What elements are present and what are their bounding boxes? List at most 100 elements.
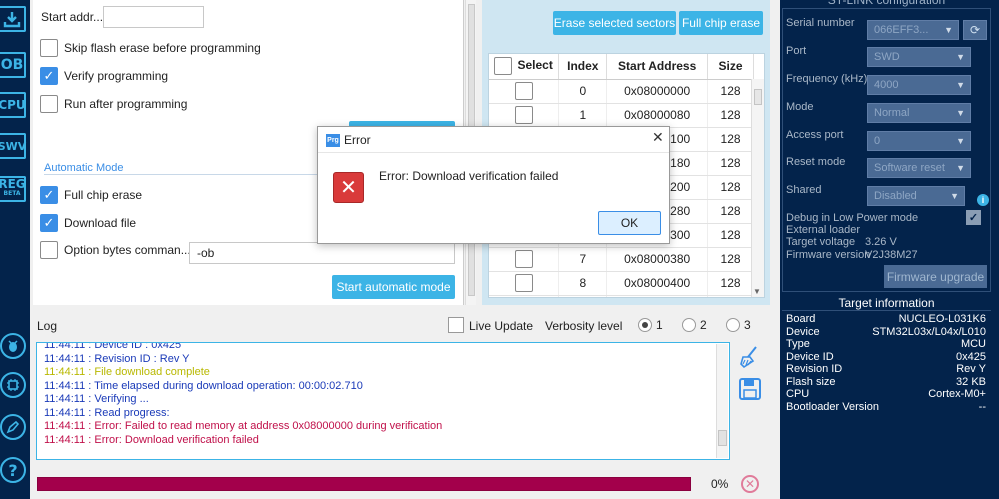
select-column-header[interactable]: Select bbox=[489, 54, 560, 80]
radio-button[interactable] bbox=[638, 318, 652, 332]
port-label: Port bbox=[786, 45, 807, 57]
progress-percent: 0% bbox=[711, 477, 729, 491]
table-row[interactable] bbox=[489, 295, 754, 297]
row-index: 7 bbox=[558, 247, 608, 272]
access-port-dropdown[interactable]: 0 ▼ bbox=[867, 131, 971, 151]
select-all-checkbox[interactable] bbox=[494, 57, 513, 76]
frequency-label: Frequency (kHz) bbox=[786, 73, 868, 85]
chevron-down-icon: ▼ bbox=[956, 80, 965, 90]
chevron-down-icon: ▼ bbox=[956, 52, 965, 62]
row-select-checkbox[interactable] bbox=[514, 106, 533, 124]
error-icon: ✕ bbox=[333, 172, 364, 203]
target-info-row: Revision ID Rev Y bbox=[786, 363, 986, 375]
option-bytes-input[interactable]: -ob bbox=[189, 242, 455, 264]
download-icon[interactable] bbox=[0, 6, 26, 32]
stlink-title: ST-LINK configuration bbox=[827, 0, 946, 7]
row-select-checkbox[interactable] bbox=[514, 250, 533, 268]
scroll-down-icon[interactable]: ▼ bbox=[753, 287, 761, 296]
left-nav-bar: OB CPU SWV REG BETA ? bbox=[0, 0, 30, 499]
start-automatic-mode-button[interactable]: Start automatic mode bbox=[332, 275, 455, 299]
log-scrollbar-thumb[interactable] bbox=[718, 430, 727, 446]
run-after-programming-checkbox[interactable] bbox=[40, 95, 58, 113]
target-info-value: MCU bbox=[960, 338, 986, 350]
help-icon[interactable]: ? bbox=[0, 457, 26, 483]
radio-button[interactable] bbox=[726, 318, 740, 332]
verify-programming-row[interactable]: ✓ Verify programming bbox=[40, 67, 168, 85]
log-scrollbar[interactable] bbox=[716, 344, 728, 458]
chevron-down-icon: ▼ bbox=[950, 191, 959, 201]
full-chip-erase-button[interactable]: Full chip erase bbox=[679, 11, 763, 35]
target-info-value: 32 KB bbox=[956, 376, 986, 388]
row-index: 8 bbox=[558, 271, 608, 296]
beta-plugin-icon[interactable] bbox=[0, 333, 26, 359]
table-row[interactable]: 8 0x08000400 128 bbox=[489, 271, 754, 296]
error-dialog: Prg Error ✕ ✕ Error: Download verificati… bbox=[317, 126, 670, 244]
chevron-down-icon: ▼ bbox=[956, 163, 965, 173]
row-address: 0x08000000 bbox=[606, 79, 709, 104]
full-chip-erase-row[interactable]: ✓ Full chip erase bbox=[40, 186, 142, 204]
verify-programming-label: Verify programming bbox=[64, 69, 169, 83]
stlink-config-panel: ST-LINK configuration Serial number 066E… bbox=[780, 0, 999, 499]
info-icon[interactable]: i bbox=[977, 194, 989, 206]
skip-flash-erase-row[interactable]: Skip flash erase before programming bbox=[40, 39, 261, 57]
close-icon[interactable]: ✕ bbox=[652, 129, 664, 146]
row-index bbox=[558, 295, 608, 297]
start-address-label: Start addr... bbox=[41, 10, 104, 24]
swv-icon[interactable]: SWV bbox=[0, 133, 26, 159]
target-info-row: Type MCU bbox=[786, 338, 986, 350]
row-select-checkbox[interactable] bbox=[514, 82, 533, 100]
start-address-input[interactable] bbox=[103, 6, 204, 28]
option-bytes-icon[interactable]: OB bbox=[0, 52, 26, 78]
clear-log-icon[interactable] bbox=[739, 345, 761, 369]
download-file-row[interactable]: ✓ Download file bbox=[40, 214, 136, 232]
cancel-icon[interactable]: ✕ bbox=[741, 475, 759, 493]
reset-mode-value: Software reset bbox=[874, 162, 945, 174]
cpu-icon[interactable]: CPU bbox=[0, 92, 26, 118]
refresh-icon[interactable]: ⟳ bbox=[963, 20, 987, 40]
dialog-message: Error: Download verification failed bbox=[379, 169, 559, 183]
radio-button[interactable] bbox=[682, 318, 696, 332]
bug-icon bbox=[8, 340, 18, 352]
verbosity-radio-3[interactable]: 3 bbox=[726, 318, 751, 332]
target-info-row: Bootloader Version -- bbox=[786, 401, 986, 413]
chip-icon[interactable] bbox=[0, 372, 26, 398]
full-chip-erase-label: Full chip erase bbox=[64, 188, 143, 202]
option-bytes-row[interactable]: Option bytes comman... bbox=[40, 241, 191, 259]
reset-mode-dropdown[interactable]: Software reset ▼ bbox=[867, 158, 971, 178]
verify-programming-checkbox[interactable]: ✓ bbox=[40, 67, 58, 85]
run-after-programming-row[interactable]: Run after programming bbox=[40, 95, 187, 113]
port-dropdown[interactable]: SWD ▼ bbox=[867, 47, 971, 67]
table-row[interactable]: 7 0x08000380 128 bbox=[489, 247, 754, 272]
verbosity-radio-2[interactable]: 2 bbox=[682, 318, 707, 332]
verbosity-radio-1[interactable]: 1 bbox=[638, 318, 663, 332]
mode-dropdown[interactable]: Normal ▼ bbox=[867, 103, 971, 123]
access-port-value: 0 bbox=[874, 135, 881, 147]
debug-low-power-checkbox[interactable]: ✓ bbox=[966, 210, 981, 225]
shared-dropdown[interactable]: Disabled ▼ bbox=[867, 186, 965, 206]
row-address: 0x08000400 bbox=[606, 271, 709, 296]
sectors-scrollbar-thumb[interactable] bbox=[754, 89, 762, 105]
security-icon[interactable] bbox=[0, 414, 26, 440]
skip-flash-erase-checkbox[interactable] bbox=[40, 39, 58, 57]
save-log-icon[interactable] bbox=[739, 378, 761, 400]
full-chip-erase-checkbox[interactable]: ✓ bbox=[40, 186, 58, 204]
target-info-value: Rev Y bbox=[956, 363, 986, 375]
log-output[interactable]: 11:44:11 : Device ID : 0x425 11:44:11 : … bbox=[36, 342, 730, 460]
port-value: SWD bbox=[874, 51, 900, 63]
reg-icon[interactable]: REG BETA bbox=[0, 176, 26, 202]
firmware-upgrade-button[interactable]: Firmware upgrade bbox=[884, 265, 987, 288]
option-bytes-checkbox[interactable] bbox=[40, 241, 58, 259]
serial-number-dropdown[interactable]: 066EFF3... ▼ bbox=[867, 20, 959, 40]
sectors-scrollbar[interactable]: ▼ bbox=[751, 79, 764, 297]
frequency-dropdown[interactable]: 4000 ▼ bbox=[867, 75, 971, 95]
row-select-checkbox[interactable] bbox=[514, 274, 533, 292]
download-file-checkbox[interactable]: ✓ bbox=[40, 214, 58, 232]
row-size: 128 bbox=[707, 127, 754, 152]
ok-button[interactable]: OK bbox=[598, 211, 661, 235]
table-row[interactable]: 1 0x08000080 128 bbox=[489, 103, 754, 128]
table-row[interactable]: 0 0x08000000 128 bbox=[489, 79, 754, 104]
erase-selected-sectors-button[interactable]: Erase selected sectors bbox=[553, 11, 676, 35]
live-update-checkbox[interactable] bbox=[448, 317, 464, 333]
target-info-label: Type bbox=[786, 338, 810, 350]
log-line: 11:44:11 : Verifying ... bbox=[44, 393, 149, 405]
